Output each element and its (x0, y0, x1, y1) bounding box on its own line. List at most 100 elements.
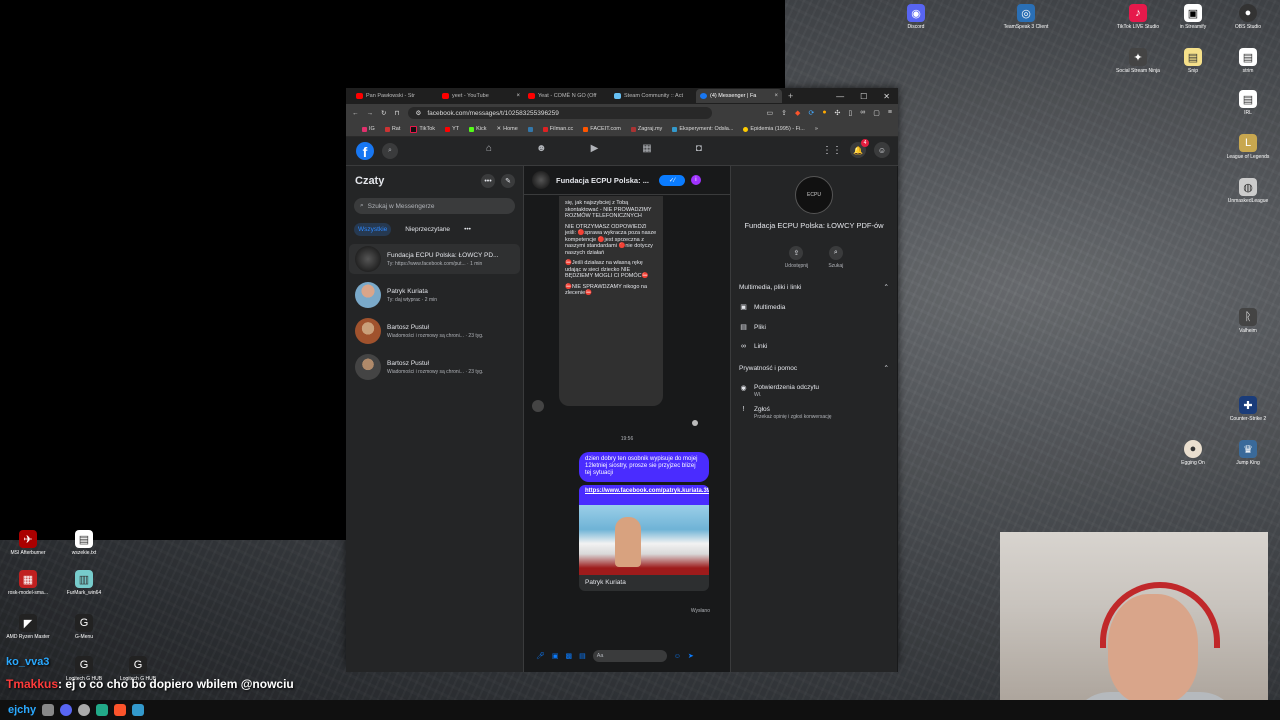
more-filters-icon[interactable]: ••• (464, 226, 471, 233)
share-icon[interactable]: ⇪ (781, 109, 787, 117)
desktop-icon-streamify[interactable]: ▣ in Streamify (1163, 4, 1223, 30)
menu-icon[interactable]: ≡ (888, 109, 892, 117)
bookmark-eksperyment[interactable]: Eksperyment: Odsła... (672, 126, 733, 132)
back-icon[interactable]: ← (352, 110, 359, 117)
microphone-icon[interactable]: 🎤︎ (536, 652, 545, 660)
extension-icon[interactable]: ⟳ (808, 109, 814, 117)
taskbar-app-icon[interactable] (42, 704, 55, 716)
minimize-icon[interactable]: — (836, 92, 844, 101)
info-icon[interactable]: i (690, 175, 701, 185)
chat-item-patryk[interactable]: Patryk Kuriata Ty: daj wtyprac · 2 min (349, 280, 520, 310)
video-icon[interactable]: ▶ (591, 143, 599, 154)
friends-icon[interactable]: ☻ (536, 143, 547, 154)
gaming-icon[interactable]: ◘ (696, 143, 702, 154)
bookmark-faceit[interactable]: FACEIT.com (583, 126, 621, 132)
filter-all[interactable]: Wszystkie (354, 223, 392, 236)
desktop-icon-tiktok-live[interactable]: ♪ TikTok LIVE Studio (1108, 4, 1168, 30)
chat-item-bartosz-2[interactable]: Bartosz Pustuł Wiadomości i rozmowy są ch… (349, 352, 520, 382)
desktop-icon-ryzen-master[interactable]: ◤ AMD Ryzen Master (0, 614, 58, 640)
taskbar-app-icon[interactable] (78, 704, 91, 716)
wallet-icon[interactable]: ▢ (873, 109, 880, 117)
image-icon[interactable]: ▣ (552, 652, 559, 660)
files-item[interactable]: ▤ Pliki (731, 323, 897, 332)
tab-2[interactable]: yeet - YouTube × (438, 89, 524, 103)
verified-call-button[interactable]: ✓⁄ (658, 174, 685, 186)
desktop-icon-furmark[interactable]: ▥ FurMark_win64 (54, 570, 114, 596)
desktop-icon-social-stream[interactable]: ✦ Social Stream Ninja (1108, 48, 1168, 74)
bookmark-tiktok[interactable]: TikTok (410, 125, 435, 133)
notifications-icon[interactable]: 🔔 4 (850, 139, 869, 158)
bookmark-ig[interactable]: IG (362, 126, 375, 132)
facebook-logo-icon[interactable]: f (356, 142, 374, 160)
desktop-icon-unmasked[interactable]: ◍ UnmaskedLeague (1218, 178, 1278, 204)
desktop-icon-valheim[interactable]: ᚱ Valheim (1218, 308, 1278, 334)
tab-3[interactable]: Yeat - COMË N GO (Off (524, 89, 610, 103)
emoji-icon[interactable]: ☺ (674, 653, 681, 660)
home-icon[interactable]: ⌂ (486, 143, 492, 154)
desktop-icon-wszekie[interactable]: ▤ wszekie.txt (54, 530, 114, 556)
desktop-icon-cs2[interactable]: ✚ Counter-Strike 2 (1218, 396, 1278, 422)
bookmark-yt[interactable]: YT (445, 126, 459, 132)
new-message-icon[interactable]: ✎ (501, 174, 515, 188)
desktop-icon-rosk[interactable]: ▦ rosk-model-sma... (0, 570, 58, 596)
cast-icon[interactable]: ▭ (767, 109, 774, 117)
desktop-icon-jump-king[interactable]: ♛ Jump King (1218, 440, 1278, 466)
close-window-icon[interactable]: ✕ (883, 92, 890, 101)
bookmark-kick[interactable]: Kick (469, 126, 486, 132)
url-field[interactable]: ⚙ facebook.com/messages/t/102583255396259 (407, 107, 712, 119)
link-icon[interactable]: ∞ (860, 109, 865, 117)
puzzle-icon[interactable]: ✣ (835, 109, 841, 117)
links-item[interactable]: ∞ Linki (731, 343, 897, 350)
bookmark-zagraj[interactable]: Zagraj.my (630, 126, 662, 132)
read-receipts-item[interactable]: ◉ Potwierdzenia odczytu Wł. (731, 384, 897, 398)
new-tab-button[interactable]: + (788, 91, 793, 101)
desktop-icon-teamspeak[interactable]: ◎ TeamSpeak 3 Client (996, 4, 1056, 30)
bookmark-epidemia[interactable]: Epidemia (1995) - Fi... (743, 126, 805, 132)
close-icon[interactable]: × (774, 93, 778, 99)
search-icon[interactable]: ⌕ (382, 143, 398, 159)
brave-shield-icon[interactable]: ◆ (795, 109, 800, 117)
message-input[interactable]: Aa (592, 650, 667, 662)
brave-icon[interactable] (114, 704, 127, 716)
tab-4[interactable]: Steam Community :: Act (610, 89, 696, 103)
shared-link[interactable]: https://www.facebook.com/patryk.kuriata.… (579, 485, 709, 505)
profile-avatar[interactable]: ☺ (874, 142, 890, 158)
link-preview-card[interactable]: https://www.facebook.com/patryk.kuriata.… (579, 485, 709, 591)
avatar[interactable] (532, 171, 550, 189)
taskbar-app-icon[interactable] (132, 704, 145, 716)
gif-icon[interactable]: ▤ (579, 652, 586, 660)
maximize-icon[interactable]: ☐ (860, 92, 867, 101)
search-button[interactable]: ⌕ Szukaj (828, 246, 843, 269)
bookmark-home[interactable]: ✕ Home (496, 126, 517, 132)
messenger-search-input[interactable]: ⌕ Szukaj w Messengerze (354, 198, 515, 214)
apps-grid-icon[interactable]: ⋮⋮ (822, 145, 842, 156)
desktop-icon-lol[interactable]: L League of Legends (1218, 134, 1278, 160)
media-item[interactable]: ▣ Multimedia (731, 303, 897, 312)
reload-icon[interactable]: ↻ (381, 109, 386, 117)
taskbar-app-icon[interactable] (96, 704, 109, 716)
bookmarks-more[interactable]: » (815, 126, 818, 132)
conversation-title[interactable]: Fundacja ECPU Polska: ... (556, 176, 649, 185)
share-button[interactable]: ⇪ Udostępnij (785, 246, 808, 269)
desktop-icon-snip[interactable]: ▤ Snip (1163, 48, 1223, 74)
site-info-icon[interactable]: ⚙ (416, 109, 422, 117)
desktop-icon-irl[interactable]: ▤ IRL (1218, 90, 1278, 116)
section-privacy-header[interactable]: Prywatność i pomoc ⌃ (731, 364, 897, 373)
report-item[interactable]: ! Zgłoś Przekaż opinię i zgłoś konwersację (731, 406, 897, 420)
desktop-icon-g-menu[interactable]: G G-Menu (54, 614, 114, 640)
bookmark-filman[interactable]: Filman.cc (542, 126, 573, 132)
more-options-icon[interactable]: ••• (481, 174, 495, 188)
sidebar-icon[interactable]: ▯ (848, 109, 852, 117)
discord-icon[interactable] (60, 704, 73, 716)
tab-1[interactable]: Pan Pawłowski - Str (352, 89, 438, 103)
bookmark-blank[interactable] (527, 126, 533, 132)
tab-5-active[interactable]: (4) Messenger | Fa × (696, 89, 782, 103)
sticker-icon[interactable]: ▩ (566, 652, 573, 660)
section-media-header[interactable]: Multimedia, pliki i linki ⌃ (731, 283, 897, 292)
desktop-icon-obs[interactable]: ● OBS Studio (1218, 4, 1278, 30)
desktop-icon-discord[interactable]: ◉ Discord (886, 4, 946, 30)
send-icon[interactable]: ➤ (688, 652, 694, 660)
desktop-icon-egging-on[interactable]: ● Egging On (1163, 440, 1223, 466)
marketplace-icon[interactable]: ▦ (642, 143, 651, 154)
bookmark-rat[interactable]: Rat (384, 126, 400, 132)
